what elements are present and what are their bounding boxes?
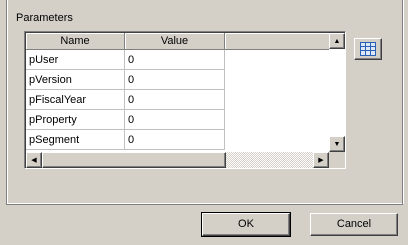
- param-value-cell[interactable]: 0: [125, 130, 225, 150]
- param-value-cell[interactable]: 0: [125, 110, 225, 130]
- ok-button[interactable]: OK: [201, 212, 291, 237]
- cancel-button[interactable]: Cancel: [310, 213, 398, 236]
- parameters-label: Parameters: [16, 12, 73, 24]
- arrow-up-icon[interactable]: ▲: [329, 33, 345, 49]
- grid-view-button[interactable]: [354, 38, 382, 60]
- parameters-grid[interactable]: Name Value pUser 0 pVersion 0 pFiscalYea…: [24, 31, 346, 169]
- column-header-filler: [225, 33, 329, 50]
- param-value-cell[interactable]: 0: [125, 70, 225, 90]
- arrow-down-icon[interactable]: ▼: [329, 136, 345, 152]
- param-value-cell[interactable]: 0: [125, 50, 225, 70]
- param-name-cell[interactable]: pUser: [26, 50, 125, 70]
- vertical-scrollbar[interactable]: ▲ ▼: [329, 33, 345, 152]
- grid-icon: [360, 42, 376, 56]
- column-header-name[interactable]: Name: [26, 33, 125, 50]
- column-header-value[interactable]: Value: [125, 33, 225, 50]
- horizontal-scrollbar[interactable]: ◀ ▶: [26, 152, 329, 168]
- param-name-cell[interactable]: pVersion: [26, 70, 125, 90]
- scrollbar-corner: [329, 152, 345, 168]
- param-name-cell[interactable]: pSegment: [26, 130, 125, 150]
- param-value-cell[interactable]: 0: [125, 90, 225, 110]
- horizontal-scroll-thumb[interactable]: [42, 152, 226, 168]
- param-name-cell[interactable]: pFiscalYear: [26, 90, 125, 110]
- arrow-right-icon[interactable]: ▶: [313, 152, 329, 168]
- vertical-scroll-track[interactable]: [329, 49, 345, 136]
- param-name-cell[interactable]: pProperty: [26, 110, 125, 130]
- arrow-left-icon[interactable]: ◀: [26, 152, 42, 168]
